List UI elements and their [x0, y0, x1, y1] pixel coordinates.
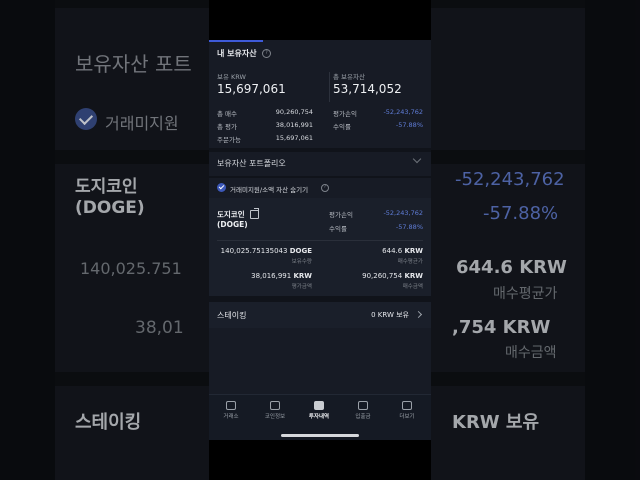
staking-value: 0 KRW 보유 [371, 311, 409, 319]
more-icon [402, 401, 412, 410]
coin-holding-card[interactable]: 도지코인 (DOGE) 평가손익 -52,243,762 수익률 -57.88%… [209, 198, 431, 296]
coin-rate-label: 수익률 [329, 225, 347, 233]
nav-label: 투자내역 [308, 414, 330, 420]
chevron-down-icon[interactable] [412, 154, 422, 164]
section-separator [209, 148, 431, 152]
total-buy-value: 90,260,754 [275, 108, 313, 116]
coin-rate-value: -57.88% [395, 223, 423, 231]
chevron-right-icon [414, 310, 423, 319]
orderable-value: 15,697,061 [275, 134, 313, 142]
deposit-icon [358, 401, 368, 410]
total-assets-value: 53,714,052 [333, 82, 402, 96]
document-icon [314, 401, 324, 410]
holding-qty-unit: DOGE [289, 247, 312, 255]
coin-name: 도지코인 (DOGE) [217, 210, 248, 230]
help-icon[interactable]: ? [262, 49, 271, 58]
portfolio-toggle-title[interactable]: 보유자산 포트폴리오 [217, 158, 286, 169]
nav-label: 거래소 [223, 414, 239, 420]
holding-qty-label: 보유수량 [291, 259, 312, 265]
holdings-krw-value: 15,697,061 [217, 82, 286, 96]
avg-buy-price-value: 644.6 [382, 247, 403, 255]
return-rate-label: 수익률 [333, 123, 351, 131]
avg-buy-price-label: 매수평균가 [397, 259, 423, 265]
total-eval-value: 38,016,991 [275, 121, 313, 129]
coin-pnl-label: 평가손익 [329, 211, 353, 219]
coin-ticker: (DOGE) [217, 220, 248, 229]
home-icon [226, 401, 236, 410]
eval-pnl-label: 평가손익 [333, 110, 357, 118]
staking-title: 스테이킹 [217, 311, 247, 320]
checkbox-checked-icon[interactable] [217, 183, 226, 192]
total-assets-label: 총 보유자산 [333, 73, 365, 81]
buy-amount-label: 매수금액 [402, 284, 423, 290]
holdings-krw-label: 보유 KRW [217, 73, 246, 81]
nav-label: 코인정보 [264, 414, 286, 420]
holding-qty: 140,025.75135043 DOGE [217, 247, 312, 255]
app-screen: 내 보유자산 ? 보유 KRW 15,697,061 총 보유자산 53,714… [209, 40, 431, 440]
my-assets-tab[interactable]: 내 보유자산 ? [209, 40, 431, 66]
return-rate-value: -57.88% [395, 121, 423, 129]
nav-investments[interactable]: 투자내역 [299, 401, 339, 423]
holding-qty-value: 140,025.75135043 [220, 247, 288, 255]
help-icon[interactable]: ? [321, 184, 329, 192]
eval-amount-label: 평가금액 [291, 284, 312, 290]
buy-amount-value: 90,260,754 [362, 272, 403, 280]
avg-buy-price: 644.6 KRW [329, 247, 423, 255]
nav-coin-info[interactable]: 코인정보 [255, 401, 295, 423]
phone-frame: 내 보유자산 ? 보유 KRW 15,697,061 총 보유자산 53,714… [209, 0, 431, 480]
tab-label: 내 보유자산 [217, 49, 257, 58]
nav-more[interactable]: 더보기 [387, 401, 427, 423]
buy-amount: 90,260,754 KRW [329, 272, 423, 280]
eval-pnl-value: -52,243,762 [383, 108, 423, 116]
share-icon[interactable] [250, 208, 259, 219]
summary-divider [329, 72, 330, 102]
nav-exchange[interactable]: 거래소 [211, 401, 251, 423]
hide-small-assets-label: 거래미지원/소액 자산 숨기기 [230, 186, 309, 194]
eval-amount-value: 38,016,991 [251, 272, 292, 280]
card-divider [217, 240, 423, 241]
orderable-label: 주문가능 [217, 136, 241, 144]
home-indicator[interactable] [281, 434, 359, 437]
avg-buy-price-unit: KRW [404, 247, 423, 255]
nav-label: 더보기 [399, 414, 415, 420]
nav-deposit-withdraw[interactable]: 입출금 [343, 401, 383, 423]
eval-amount-unit: KRW [293, 272, 312, 280]
eval-amount: 38,016,991 KRW [217, 272, 312, 280]
coin-info-icon [270, 401, 280, 410]
total-buy-label: 총 매수 [217, 110, 238, 118]
section-separator [209, 176, 431, 178]
total-eval-label: 총 평가 [217, 123, 238, 131]
staking-row[interactable]: 스테이킹 0 KRW 보유 [209, 302, 431, 328]
buy-amount-unit: KRW [404, 272, 423, 280]
coin-pnl-value: -52,243,762 [383, 209, 423, 217]
nav-label: 입출금 [355, 414, 371, 420]
tab-underline [209, 40, 263, 42]
coin-name-korean: 도지코인 [217, 210, 245, 219]
